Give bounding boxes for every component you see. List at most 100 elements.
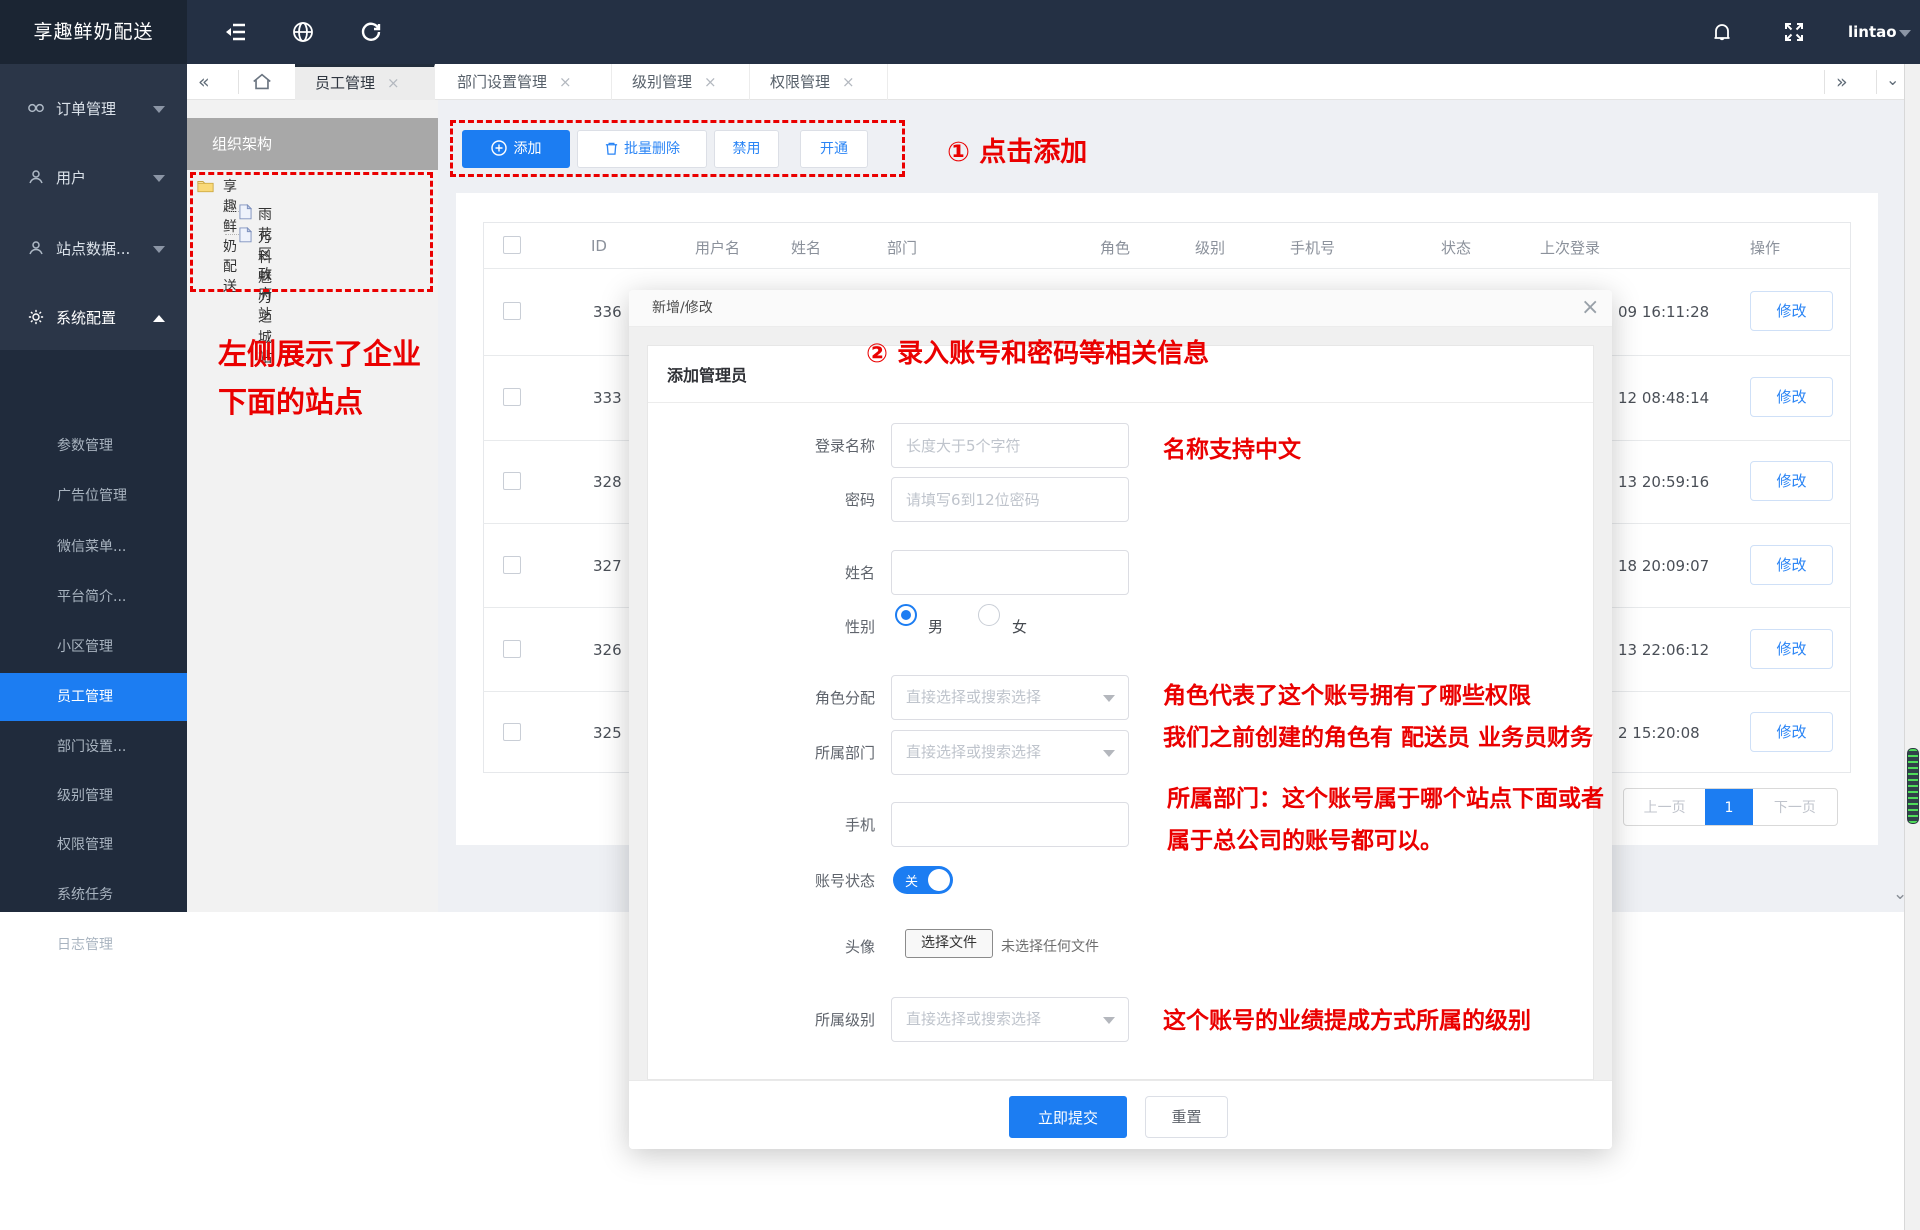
edit-button[interactable]: 修改	[1750, 545, 1833, 585]
sidebar-item-system-config[interactable]: 系统配置	[0, 296, 187, 340]
gender-male-radio[interactable]	[895, 604, 917, 626]
row-checkbox[interactable]	[503, 723, 521, 741]
sidebar-item-orders[interactable]: 订单管理	[0, 87, 187, 131]
row-checkbox[interactable]	[503, 388, 521, 406]
disable-button[interactable]: 禁用	[714, 130, 779, 168]
row-checkbox[interactable]	[503, 556, 521, 574]
submenu-item-permission[interactable]: 权限管理	[0, 821, 187, 869]
person-icon	[27, 239, 45, 257]
tree-connector	[225, 234, 239, 235]
submenu-item-platform-intro[interactable]: 平台简介...	[0, 573, 187, 621]
cell-id: 328	[593, 473, 622, 491]
edit-button[interactable]: 修改	[1750, 291, 1833, 331]
submenu-item-staff[interactable]: 员工管理	[0, 673, 187, 721]
pagination-prev[interactable]: 上一页	[1624, 789, 1705, 825]
gender-female-option[interactable]: 女	[1012, 616, 1027, 637]
login-name-input[interactable]	[891, 423, 1129, 468]
row-divider	[483, 268, 1851, 269]
collapse-tabs-icon[interactable]: «	[198, 64, 210, 100]
tab-close-icon[interactable]: ×	[830, 64, 869, 100]
choose-file-button[interactable]: 选择文件	[905, 929, 993, 958]
col-header-role: 角色	[1100, 239, 1131, 257]
scroll-down-chevron-icon[interactable]: ⌄	[1893, 884, 1907, 904]
cell-last-login: 13 22:06:12	[1618, 641, 1710, 659]
annotation-role-hint2: 我们之前创建的角色有 配送员 业务员财务	[1163, 725, 1594, 751]
submenu-item-ad-slots[interactable]: 广告位管理	[0, 472, 187, 520]
select-all-checkbox[interactable]	[503, 236, 521, 254]
sidebar-item-users[interactable]: 用户	[0, 156, 187, 200]
cell-id: 326	[593, 641, 622, 659]
chevron-down-icon	[1103, 750, 1115, 757]
col-header-phone: 手机号	[1290, 239, 1336, 257]
submenu-item-community[interactable]: 小区管理	[0, 623, 187, 671]
row-checkbox[interactable]	[503, 472, 521, 490]
divider	[648, 402, 1593, 403]
password-label: 密码	[844, 491, 875, 509]
cell-id: 336	[593, 303, 622, 321]
scrollbar-track[interactable]	[1904, 64, 1920, 1230]
user-caret-icon	[1899, 30, 1911, 37]
forward-tabs-icon[interactable]: »	[1836, 64, 1848, 100]
name-input[interactable]	[891, 550, 1129, 595]
row-checkbox[interactable]	[503, 302, 521, 320]
edit-button[interactable]: 修改	[1750, 377, 1833, 417]
chevron-down-icon	[1103, 695, 1115, 702]
notification-bell-icon[interactable]	[1710, 20, 1734, 44]
language-globe-icon[interactable]	[291, 20, 315, 44]
home-icon[interactable]	[251, 71, 273, 93]
reset-button[interactable]: 重置	[1145, 1096, 1228, 1138]
submenu-item-log[interactable]: 日志管理	[0, 921, 187, 969]
name-label: 姓名	[844, 564, 875, 582]
tab-close-icon[interactable]: ×	[375, 67, 414, 100]
scrollbar-thumb[interactable]	[1907, 748, 1919, 824]
add-button[interactable]: 添加	[462, 130, 570, 168]
chevron-down-icon	[153, 106, 165, 113]
tab-level-management[interactable]: 级别管理 ×	[612, 64, 750, 100]
submit-button[interactable]: 立即提交	[1009, 1096, 1127, 1138]
gender-female-radio[interactable]	[978, 604, 1000, 626]
tab-list-dropdown-icon[interactable]: ⌄	[1886, 62, 1899, 98]
submenu-item-parameters[interactable]: 参数管理	[0, 422, 187, 470]
chevron-down-icon	[153, 246, 165, 253]
password-input[interactable]	[891, 477, 1129, 522]
cell-id: 325	[593, 724, 622, 742]
tab-permission-management[interactable]: 权限管理 ×	[750, 64, 888, 100]
fullscreen-icon[interactable]	[1782, 20, 1806, 44]
gear-icon	[27, 308, 45, 326]
level-select[interactable]: 直接选择或搜索选择	[891, 997, 1129, 1042]
enable-button[interactable]: 开通	[800, 130, 868, 168]
role-select[interactable]: 直接选择或搜索选择	[891, 675, 1129, 720]
sidebar-toggle-icon[interactable]	[224, 20, 248, 44]
tab-department-settings[interactable]: 部门设置管理 ×	[437, 64, 612, 100]
batch-delete-button[interactable]: 批量删除	[577, 130, 707, 168]
col-header-department: 部门	[887, 239, 918, 257]
cell-id: 327	[593, 557, 622, 575]
sidebar-item-site-data[interactable]: 站点数据...	[0, 227, 187, 271]
gender-male-option[interactable]: 男	[928, 616, 943, 637]
file-empty-text: 未选择任何文件	[1001, 939, 1099, 955]
tab-staff-management[interactable]: 员工管理 ×	[295, 64, 435, 100]
form-section-title: 添加管理员	[667, 366, 748, 385]
pagination-page-1[interactable]: 1	[1705, 789, 1753, 825]
edit-button[interactable]: 修改	[1750, 629, 1833, 669]
submenu-item-department[interactable]: 部门设置...	[0, 723, 187, 771]
cell-last-login: 12 08:48:14	[1618, 389, 1710, 407]
refresh-icon[interactable]	[359, 20, 383, 44]
tab-close-icon[interactable]: ×	[692, 64, 731, 100]
department-select[interactable]: 直接选择或搜索选择	[891, 730, 1129, 775]
gender-label: 性别	[844, 618, 875, 636]
edit-button[interactable]: 修改	[1750, 712, 1833, 752]
tab-bar: « 员工管理 × 部门设置管理 × 级别管理 × 权限管理 × » ⌄	[0, 64, 1920, 100]
submenu-item-level[interactable]: 级别管理	[0, 772, 187, 820]
phone-input[interactable]	[891, 802, 1129, 847]
submenu-item-system-tasks[interactable]: 系统任务	[0, 871, 187, 919]
submenu-item-wechat-menu[interactable]: 微信菜单...	[0, 523, 187, 571]
row-checkbox[interactable]	[503, 640, 521, 658]
account-status-toggle[interactable]: 关	[893, 866, 953, 894]
pagination-next[interactable]: 下一页	[1753, 789, 1837, 825]
close-icon[interactable]: ×	[1581, 295, 1599, 320]
annotation-dept-hint2: 属于总公司的账号都可以。	[1167, 828, 1443, 854]
user-menu[interactable]: lintao	[1848, 0, 1897, 64]
edit-button[interactable]: 修改	[1750, 461, 1833, 501]
tab-close-icon[interactable]: ×	[547, 64, 586, 100]
